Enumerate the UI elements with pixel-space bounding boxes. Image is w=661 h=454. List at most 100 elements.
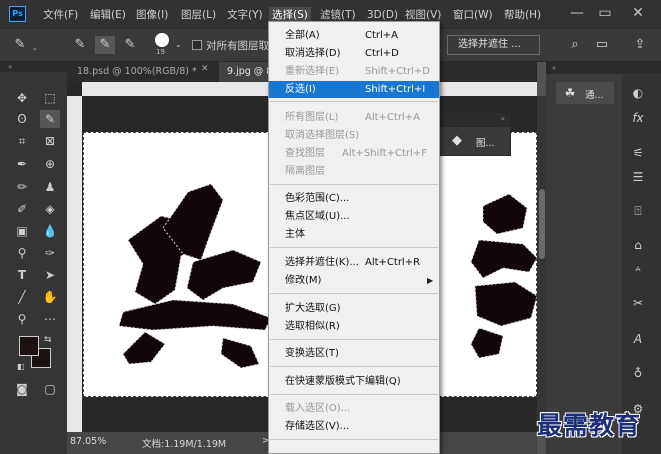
menu-help[interactable]: 帮助(H) — [504, 7, 541, 23]
lasso-tool-icon[interactable]: ʘ — [12, 110, 32, 128]
menu-item-shortcut: Ctrl+A — [365, 30, 399, 41]
menu-item-load-selection[interactable]: 载入选区(O)... — [269, 400, 439, 417]
menu-item-similar[interactable]: 选取相似(R) — [269, 318, 439, 335]
menu-item-shortcut: Alt+Shift+Ctrl+F — [342, 148, 427, 159]
history-brush-tool-icon[interactable]: ✐ — [12, 200, 32, 218]
tab-close-icon[interactable]: ✕ — [201, 64, 209, 74]
eraser-tool-icon[interactable]: ◈ — [40, 200, 60, 218]
swap-colors-icon[interactable]: ⇆ — [44, 335, 52, 345]
type-tool-icon[interactable]: T — [12, 266, 32, 284]
subtract-selection-icon[interactable]: ✎ — [120, 36, 140, 54]
sample-all-layers-label: 对所有图层取 — [206, 40, 269, 52]
menu-item-deselect-layers[interactable]: 取消选择图层(S) — [269, 127, 439, 144]
dodge-tool-icon[interactable]: ⚲ — [12, 244, 32, 262]
menu-item-label: 取消选择图层(S) — [285, 130, 360, 141]
menu-item-label: 全部(A) — [285, 30, 320, 41]
clone-stamp-tool-icon[interactable]: ♟ — [40, 178, 60, 196]
zoom-tool-icon[interactable]: ⚲ — [12, 310, 32, 328]
frame-tool-icon[interactable]: ⊠ — [40, 132, 60, 150]
menu-item-find-layers[interactable]: 查找图层 Alt+Shift+Ctrl+F — [269, 145, 439, 162]
pen-tool-icon[interactable]: ✑ — [40, 244, 60, 262]
more-tools-icon[interactable]: ⋯ — [40, 310, 60, 328]
channels-panel-label: 通... — [585, 90, 604, 101]
path-selection-tool-icon[interactable]: ➤ — [40, 266, 60, 284]
menu-item-select-all[interactable]: 全部(A) Ctrl+A — [269, 27, 439, 44]
menu-item-quick-mask[interactable]: 在快速蒙版模式下编辑(Q) — [269, 373, 439, 390]
menu-separator — [270, 184, 438, 185]
menu-type[interactable]: 文字(Y) — [227, 7, 263, 23]
default-colors-icon[interactable]: ◧ — [17, 362, 25, 371]
sample-all-layers-checkbox[interactable] — [192, 40, 202, 50]
menu-edit[interactable]: 编辑(E) — [90, 7, 126, 23]
line-tool-icon[interactable]: ╱ — [12, 288, 32, 306]
chevron-down-icon[interactable]: ⌄ — [175, 40, 182, 49]
brush-settings-icon[interactable]: ⚟ — [626, 142, 650, 164]
vertical-scrollbar[interactable] — [537, 96, 546, 432]
clone-source-icon[interactable]: ⍐ — [626, 200, 650, 222]
menu-item-label: 取消选择(D) — [285, 48, 341, 59]
menu-item-grow[interactable]: 扩大选取(G) — [269, 300, 439, 317]
tools-icon[interactable]: ✂ — [626, 292, 650, 314]
scrollbar-thumb[interactable] — [539, 189, 545, 259]
menu-item-color-range[interactable]: 色彩范围(C)... — [269, 190, 439, 207]
move-tool-icon[interactable]: ✥ — [12, 89, 32, 107]
menu-item-shortcut: Alt+Ctrl+R — [365, 257, 421, 268]
layers-panel[interactable] — [438, 126, 511, 156]
add-to-selection-icon[interactable]: ✎ — [95, 36, 115, 54]
menu-item-modify[interactable]: 修改(M) ▶ — [269, 272, 439, 289]
menu-item-focus-area[interactable]: 焦点区域(U)... — [269, 208, 439, 225]
adjustments-icon[interactable]: ◐ — [626, 82, 650, 104]
layers-panel-header[interactable]: » — [438, 113, 511, 126]
share-icon[interactable]: ⇪ — [630, 36, 650, 54]
menu-item-select-and-mask[interactable]: 选择并遮住(K)... Alt+Ctrl+R — [269, 254, 439, 271]
glyphs-icon[interactable]: A — [626, 328, 650, 350]
foreground-color-swatch[interactable] — [19, 336, 39, 356]
menu-item-label: 隔离图层 — [285, 166, 325, 177]
chevron-down-icon[interactable]: ⌄ — [32, 44, 40, 52]
menu-item-all-layers[interactable]: 所有图层(L) Alt+Ctrl+A — [269, 109, 439, 126]
dock-collapse-icon[interactable]: » — [546, 62, 661, 74]
sliders-icon[interactable]: ☰ — [626, 166, 650, 188]
blur-tool-icon[interactable]: 💧 — [40, 222, 60, 240]
quick-mask-icon[interactable]: ◙ — [12, 380, 32, 398]
light-icon[interactable]: ♁ — [626, 362, 650, 384]
menu-item-save-selection[interactable]: 存储选区(V)... — [269, 418, 439, 435]
toolbar-collapse-icon[interactable]: « — [0, 62, 67, 72]
channels-icon: ☘ — [564, 86, 576, 100]
zoom-level[interactable]: 87.05% — [70, 436, 106, 447]
tab-18-psd[interactable]: 18.psd @ 100%(RGB/8) * — [77, 62, 197, 82]
menu-item-transform-selection[interactable]: 变换选区(T) — [269, 345, 439, 362]
photoshop-logo[interactable]: Ps — [9, 6, 26, 22]
hand-tool-icon[interactable]: ✋ — [40, 288, 60, 306]
quick-selection-tool-icon[interactable]: ✎ — [40, 110, 60, 128]
brush-tool-icon[interactable]: ✏ — [12, 178, 32, 196]
menu-item-inverse[interactable]: 反选(I) Shift+Ctrl+I — [269, 81, 439, 98]
tab-9-jpg[interactable]: 9.jpg @ 8 — [219, 62, 272, 82]
new-selection-icon[interactable]: ✎ — [70, 36, 90, 54]
menu-file[interactable]: 文件(F) — [43, 7, 78, 23]
minimize-icon[interactable]: — — [568, 4, 586, 22]
fx-icon[interactable]: fx — [626, 107, 650, 129]
healing-brush-tool-icon[interactable]: ⊕ — [40, 155, 60, 173]
marquee-tool-icon[interactable]: ⬚ — [40, 89, 60, 107]
menu-item-isolate-layers[interactable]: 隔离图层 — [269, 163, 439, 180]
eyedropper-tool-icon[interactable]: ✒ — [12, 155, 32, 173]
menu-layer[interactable]: 图层(L) — [181, 7, 216, 23]
crop-tool-icon[interactable]: ⌗ — [12, 132, 32, 150]
menu-image[interactable]: 图像(I) — [136, 7, 168, 23]
restore-icon[interactable]: ▭ — [596, 4, 614, 22]
menu-item-subject[interactable]: 主体 — [269, 226, 439, 243]
character-styles-icon[interactable]: ⌂ — [626, 234, 650, 256]
workspace-icon[interactable]: ▭ — [592, 36, 612, 54]
brush-preview-icon[interactable] — [155, 33, 169, 47]
menu-item-deselect[interactable]: 取消选择(D) Ctrl+D — [269, 45, 439, 62]
search-icon[interactable]: ⌕ — [565, 36, 585, 54]
menu-item-reselect[interactable]: 重新选择(E) Shift+Ctrl+D — [269, 63, 439, 80]
screen-mode-icon[interactable]: ▢ — [40, 380, 60, 398]
select-and-mask-button[interactable]: 选择并遮住 ... — [447, 35, 540, 55]
close-icon[interactable]: ✕ — [629, 4, 647, 22]
menu-window[interactable]: 窗口(W) — [453, 7, 493, 23]
paragraph-styles-icon[interactable]: ᴬ — [626, 260, 650, 282]
gradient-tool-icon[interactable]: ▣ — [12, 222, 32, 240]
quick-select-tool-preset-icon[interactable]: ✎ — [10, 36, 30, 54]
